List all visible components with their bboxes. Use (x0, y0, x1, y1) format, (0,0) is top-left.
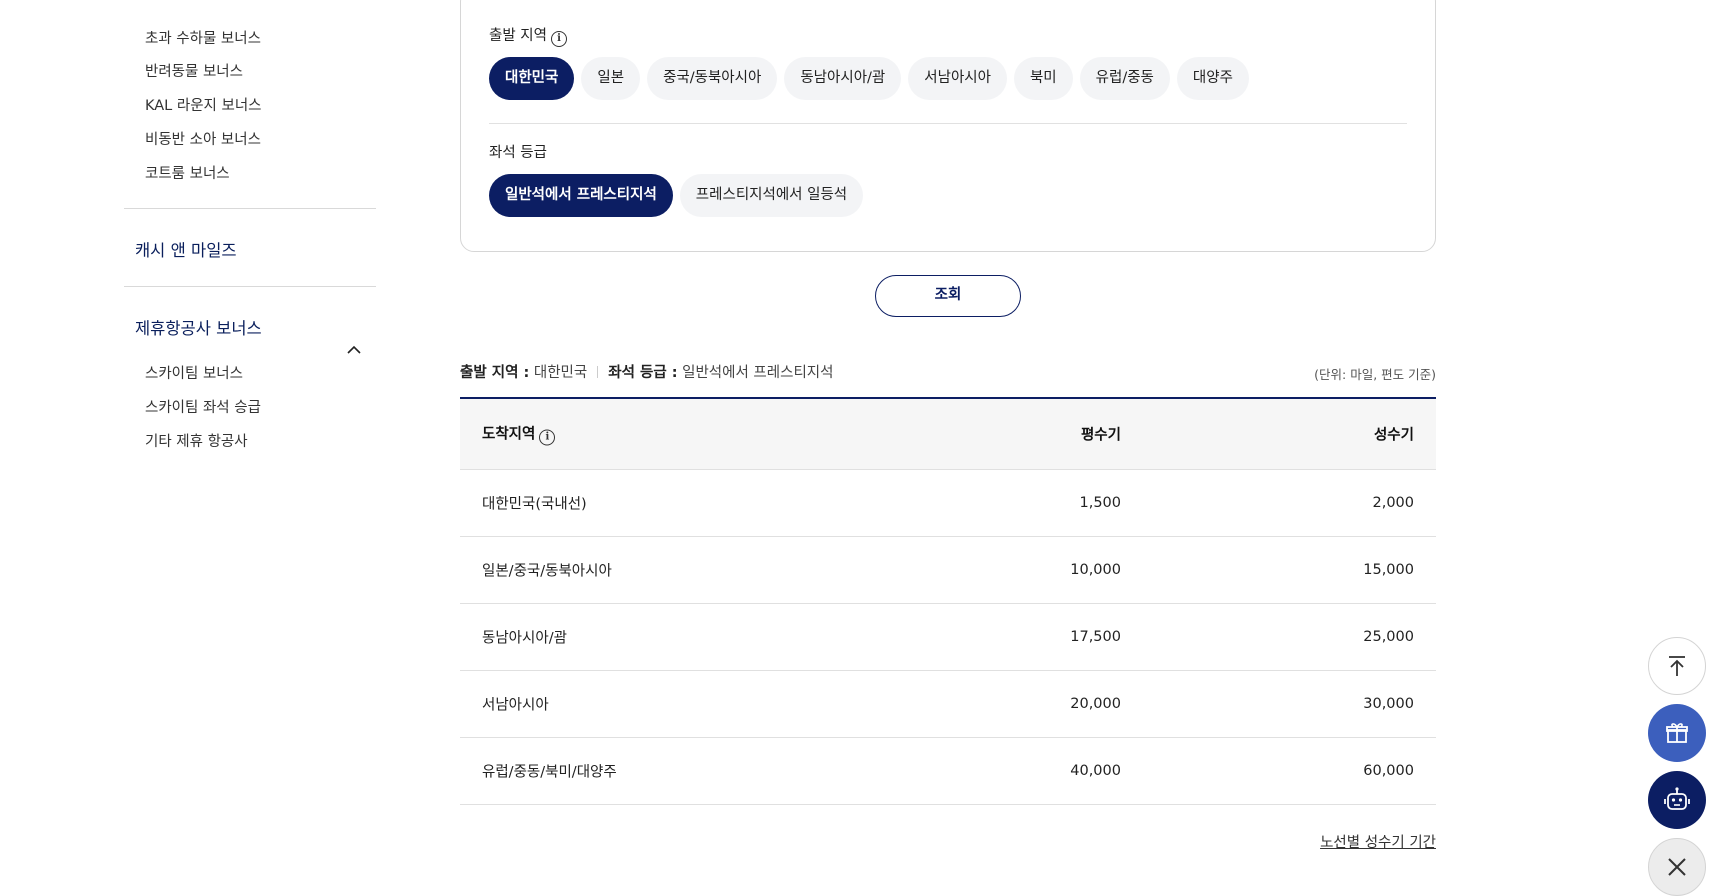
header-arrival: 도착지역 i (482, 423, 556, 446)
cell-peak: 25,000 (1363, 629, 1414, 645)
seat-chip-prestige-to-first[interactable]: 프레스티지석에서 일등석 (679, 174, 864, 217)
cell-off-peak: 20,000 (1070, 696, 1121, 712)
cell-peak: 60,000 (1363, 763, 1414, 779)
cell-arrival: 유럽/중동/북미/대양주 (482, 764, 617, 781)
filter-divider (489, 123, 1407, 124)
arrow-up-icon (1669, 656, 1685, 676)
sidebar-item-partner-airline-bonus[interactable]: 제휴항공사 보너스 (135, 315, 262, 339)
seat-class-label: 좌석 등급 (489, 145, 547, 161)
upgrade-mileage-table: 도착지역 i 평수기 성수기 대한민국(국내선) 1,500 2,000 일본/중… (460, 397, 1436, 805)
table-row: 서남아시아 20,000 30,000 (460, 671, 1436, 738)
departure-chip-se-asia-guam[interactable]: 동남아시아/괌 (784, 57, 902, 100)
sidebar-item-unaccompanied-minor[interactable]: 비동반 소아 보너스 (145, 128, 261, 149)
separator (597, 366, 599, 378)
gift-button[interactable] (1648, 704, 1706, 762)
departure-chip-europe-middle-east[interactable]: 유럽/중동 (1079, 57, 1170, 100)
departure-chip-sw-asia[interactable]: 서남아시아 (908, 57, 1007, 100)
sidebar-item-coat-room[interactable]: 코트룸 보너스 (145, 162, 230, 183)
departure-chip-oceania[interactable]: 대양주 (1176, 57, 1249, 100)
robot-icon (1664, 787, 1690, 810)
sidebar-item-skyteam-upgrade[interactable]: 스카이팀 좌석 승급 (145, 396, 261, 417)
info-icon[interactable]: i (539, 429, 556, 446)
departure-options: 대한민국 일본 중국/동북아시아 동남아시아/괌 서남아시아 북미 유럽/중동 … (489, 57, 1249, 100)
table-row: 유럽/중동/북미/대양주 40,000 60,000 (460, 738, 1436, 805)
peak-season-by-route-link[interactable]: 노선별 성수기 기간 (1320, 831, 1436, 852)
chevron-up-icon[interactable] (344, 340, 364, 360)
chatbot-button[interactable] (1648, 771, 1706, 829)
departure-chip-korea[interactable]: 대한민국 (489, 57, 575, 100)
sidebar-divider (124, 208, 376, 209)
cell-arrival: 대한민국(국내선) (482, 496, 587, 513)
departure-chip-japan[interactable]: 일본 (581, 57, 641, 100)
departure-label: 출발 지역 i (489, 24, 567, 47)
header-peak: 성수기 (1373, 427, 1414, 444)
sidebar-item-cash-and-miles[interactable]: 캐시 앤 마일즈 (135, 237, 237, 261)
table-row: 동남아시아/괌 17,500 25,000 (460, 604, 1436, 671)
close-button[interactable] (1648, 838, 1706, 896)
cell-peak: 30,000 (1363, 696, 1414, 712)
close-icon (1668, 858, 1686, 876)
selection-summary: 출발 지역 : 대한민국 좌석 등급 : 일반석에서 프레스티지석 (460, 365, 834, 381)
scroll-to-top-button[interactable] (1648, 637, 1706, 695)
info-icon[interactable]: i (550, 31, 567, 47)
table-row: 대한민국(국내선) 1,500 2,000 (460, 470, 1436, 537)
search-button[interactable]: 조회 (875, 275, 1021, 317)
cell-arrival: 일본/중국/동북아시아 (482, 563, 612, 580)
seat-chip-economy-to-prestige[interactable]: 일반석에서 프레스티지석 (489, 174, 673, 217)
sidebar-item-skyteam-bonus[interactable]: 스카이팀 보너스 (145, 362, 243, 383)
sidebar-divider (124, 286, 376, 287)
table-row: 일본/중국/동북아시아 10,000 15,000 (460, 537, 1436, 604)
seat-class-options: 일반석에서 프레스티지석 프레스티지석에서 일등석 (489, 174, 864, 217)
sidebar-item-pet[interactable]: 반려동물 보너스 (145, 60, 243, 81)
header-off-peak: 평수기 (1080, 427, 1121, 444)
unit-note: (단위: 마일, 편도 기준) (1314, 367, 1436, 382)
departure-chip-china-ne-asia[interactable]: 중국/동북아시아 (647, 57, 778, 100)
table-header: 도착지역 i 평수기 성수기 (460, 397, 1436, 470)
cell-off-peak: 17,500 (1070, 629, 1121, 645)
cell-arrival: 동남아시아/괌 (482, 630, 567, 647)
cell-off-peak: 1,500 (1079, 495, 1121, 511)
cell-arrival: 서남아시아 (482, 697, 549, 714)
departure-chip-north-america[interactable]: 북미 (1013, 57, 1073, 100)
sidebar-item-excess-baggage[interactable]: 초과 수하물 보너스 (145, 27, 261, 48)
sidebar-item-other-partners[interactable]: 기타 제휴 항공사 (145, 430, 248, 451)
cell-peak: 2,000 (1372, 495, 1414, 511)
sidebar-item-kal-lounge[interactable]: KAL 라운지 보너스 (145, 94, 262, 115)
cell-off-peak: 10,000 (1070, 562, 1121, 578)
cell-off-peak: 40,000 (1070, 763, 1121, 779)
gift-icon (1666, 723, 1688, 743)
cell-peak: 15,000 (1363, 562, 1414, 578)
